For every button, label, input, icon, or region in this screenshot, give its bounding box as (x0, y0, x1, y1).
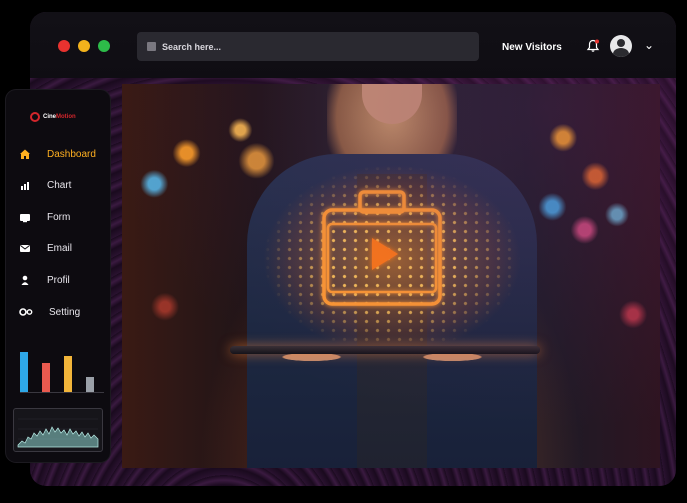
area-series (17, 426, 99, 448)
hero-image (122, 84, 660, 468)
logo-prefix: Cine (43, 114, 57, 120)
chart-bar (64, 355, 72, 392)
sidebar-item-form[interactable]: Form (19, 211, 70, 223)
logo[interactable]: CineMotion (30, 112, 76, 122)
window-controls (58, 40, 110, 52)
search-input[interactable]: Search here... (137, 32, 479, 61)
bell-icon[interactable] (586, 39, 600, 53)
chart-bar (42, 363, 50, 392)
sidebar-item-email[interactable]: Email (19, 242, 72, 254)
sidebar-area-chart (13, 408, 103, 452)
avatar[interactable] (610, 35, 632, 57)
chevron-down-icon[interactable]: ⌄ (644, 38, 654, 52)
search-icon (147, 42, 156, 51)
search-placeholder: Search here... (162, 41, 222, 52)
minimize-button[interactable] (78, 40, 90, 52)
bar-chart-icon (21, 182, 29, 190)
top-bar: Search here... New Visitors ⌄ (30, 12, 676, 78)
user-icon (21, 275, 29, 285)
sidebar-item-chart[interactable]: Chart (19, 179, 71, 191)
sidebar-item-label: Profil (47, 274, 70, 286)
home-icon (20, 149, 30, 159)
sidebar-item-label: Dashboard (47, 148, 96, 160)
chart-bar (86, 376, 94, 392)
form-icon (20, 214, 30, 223)
sidebar-item-label: Setting (49, 306, 81, 318)
close-button[interactable] (58, 40, 70, 52)
logo-suffix: Motion (56, 114, 76, 120)
sidebar-item-label: Form (47, 211, 71, 223)
sidebar-item-dashboard[interactable]: Dashboard (19, 148, 96, 160)
new-visitors-link[interactable]: New Visitors (502, 42, 562, 53)
logo-icon (30, 112, 40, 122)
chart-bar (20, 351, 28, 392)
area-chart-svg (17, 418, 99, 448)
tablet (230, 346, 540, 354)
sidebar-item-setting[interactable]: Setting (19, 306, 80, 318)
gear-icon (19, 308, 33, 316)
sidebar-item-label: Email (47, 242, 73, 254)
sidebar-bar-chart (20, 342, 104, 393)
maximize-button[interactable] (98, 40, 110, 52)
app-window: Search here... New Visitors ⌄ (30, 12, 676, 486)
mail-icon (20, 245, 30, 252)
sidebar-item-profil[interactable]: Profil (19, 274, 70, 286)
video-briefcase-icon (322, 190, 442, 306)
sidebar: CineMotion Dashboard Chart Form Email Pr… (6, 90, 110, 462)
sidebar-item-label: Chart (47, 179, 72, 191)
